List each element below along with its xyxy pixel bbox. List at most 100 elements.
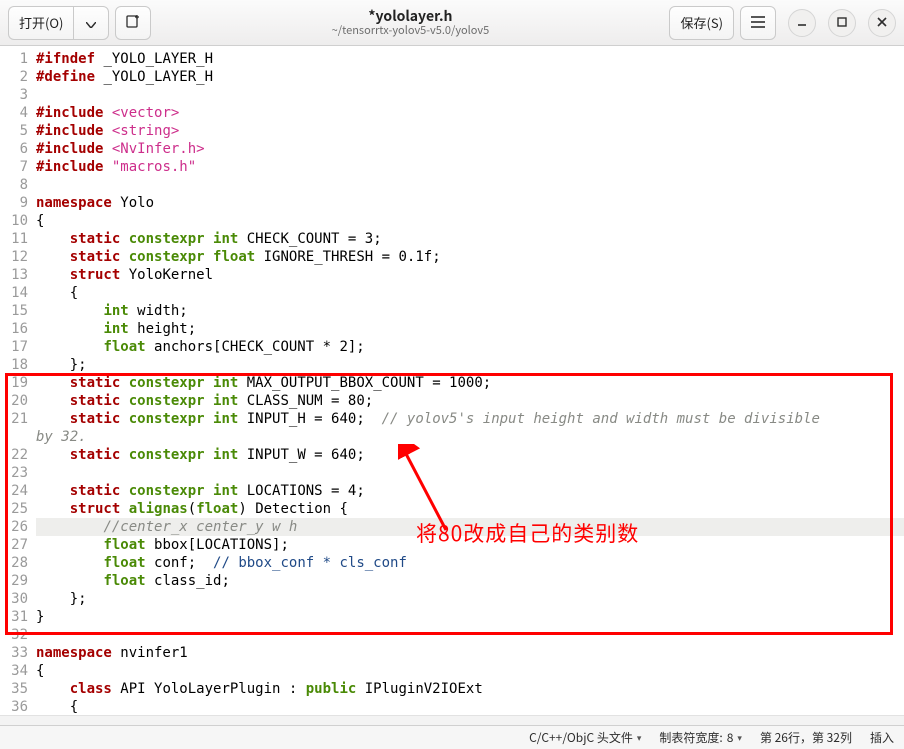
code-token <box>36 537 103 553</box>
code-line[interactable]: int height; <box>36 320 904 338</box>
code-line[interactable]: }; <box>36 590 904 608</box>
file-type-selector[interactable]: C/C++/ObjC 头文件 ▾ <box>529 729 641 746</box>
code-line[interactable]: int width; <box>36 302 904 320</box>
code-token <box>120 375 128 391</box>
code-line[interactable]: }; <box>36 356 904 374</box>
code-token <box>36 411 70 427</box>
code-line[interactable]: namespace nvinfer1 <box>36 644 904 662</box>
code-line[interactable]: struct alignas(float) Detection { <box>36 500 904 518</box>
line-number: 32 <box>0 626 28 644</box>
code-token: bbox[LOCATIONS]; <box>146 537 289 553</box>
window-maximize-button[interactable] <box>828 9 856 37</box>
code-token <box>205 411 213 427</box>
code-line[interactable]: static constexpr int CLASS_NUM = 80; <box>36 392 904 410</box>
insert-mode[interactable]: 插入 <box>870 729 894 746</box>
code-token <box>36 393 70 409</box>
code-line[interactable]: #include <NvInfer.h> <box>36 140 904 158</box>
code-token <box>36 267 70 283</box>
code-line[interactable]: static constexpr int LOCATIONS = 4; <box>36 482 904 500</box>
open-recent-dropdown[interactable] <box>73 6 109 40</box>
code-token: class <box>70 681 112 697</box>
window-close-button[interactable] <box>868 9 896 37</box>
new-tab-button[interactable] <box>115 6 151 40</box>
horizontal-scrollbar[interactable] <box>0 715 904 725</box>
chevron-down-icon: ▾ <box>637 731 642 744</box>
line-number: 34 <box>0 662 28 680</box>
line-number: 14 <box>0 284 28 302</box>
code-token: CHECK_COUNT = 3; <box>238 231 381 247</box>
code-token: constexpr <box>129 231 205 247</box>
line-number: 23 <box>0 464 28 482</box>
code-line[interactable]: //center_x center_y w h <box>36 518 904 536</box>
code-line[interactable]: static constexpr int MAX_OUTPUT_BBOX_COU… <box>36 374 904 392</box>
code-editor[interactable]: 1234567891011121314151617181920212223242… <box>0 46 904 715</box>
line-number: 6 <box>0 140 28 158</box>
code-line[interactable]: float bbox[LOCATIONS]; <box>36 536 904 554</box>
code-token: } <box>36 609 44 625</box>
hamburger-menu-button[interactable] <box>740 6 776 40</box>
code-line[interactable]: static constexpr float IGNORE_THRESH = 0… <box>36 248 904 266</box>
code-token: <NvInfer.h> <box>112 141 205 157</box>
code-line[interactable]: by 32. <box>36 428 904 446</box>
code-line[interactable]: #include "macros.h" <box>36 158 904 176</box>
code-token: constexpr <box>129 447 205 463</box>
code-token: // yolov5's input height and width must … <box>382 411 829 427</box>
code-line[interactable]: struct YoloKernel <box>36 266 904 284</box>
code-token: #include <box>36 123 103 139</box>
code-line[interactable]: } <box>36 608 904 626</box>
code-line[interactable]: { <box>36 212 904 230</box>
code-line[interactable] <box>36 464 904 482</box>
hamburger-icon <box>751 13 765 32</box>
line-number-gutter: 1234567891011121314151617181920212223242… <box>0 46 32 715</box>
code-line[interactable]: #ifndef _YOLO_LAYER_H <box>36 50 904 68</box>
line-number: 22 <box>0 446 28 464</box>
code-line[interactable]: static constexpr int CHECK_COUNT = 3; <box>36 230 904 248</box>
code-token: }; <box>36 591 87 607</box>
open-button[interactable]: 打开(O) <box>8 6 73 40</box>
code-line[interactable]: class API YoloLayerPlugin : public IPlug… <box>36 680 904 698</box>
code-line[interactable] <box>36 626 904 644</box>
code-token: { <box>36 213 44 229</box>
line-number <box>0 428 28 446</box>
code-line[interactable]: float conf; // bbox_conf * cls_conf <box>36 554 904 572</box>
code-token: <string> <box>112 123 179 139</box>
code-line[interactable]: #include <vector> <box>36 104 904 122</box>
code-token: YoloKernel <box>120 267 213 283</box>
code-line[interactable]: { <box>36 698 904 715</box>
code-token: #include <box>36 105 103 121</box>
code-token: int <box>213 411 238 427</box>
code-token: MAX_OUTPUT_BBOX_COUNT = 1000; <box>238 375 491 391</box>
code-token: nvinfer1 <box>112 645 188 661</box>
code-token: Yolo <box>112 195 154 211</box>
tab-width-selector[interactable]: 制表符宽度: 8 ▾ <box>659 729 742 746</box>
code-line[interactable] <box>36 86 904 104</box>
code-token: IGNORE_THRESH = 0.1f; <box>255 249 440 265</box>
code-line[interactable]: static constexpr int INPUT_W = 640; <box>36 446 904 464</box>
code-line[interactable]: { <box>36 284 904 302</box>
code-token <box>205 231 213 247</box>
file-path: ~/tensorrtx-yolov5-v5.0/yolov5 <box>157 24 663 36</box>
code-line[interactable]: { <box>36 662 904 680</box>
code-line[interactable]: float anchors[CHECK_COUNT * 2]; <box>36 338 904 356</box>
line-number: 11 <box>0 230 28 248</box>
cursor-position[interactable]: 第 26行，第 32列 <box>760 729 852 746</box>
line-number: 26 <box>0 518 28 536</box>
code-token: _YOLO_LAYER_H <box>95 69 213 85</box>
code-line[interactable]: #define _YOLO_LAYER_H <box>36 68 904 86</box>
code-line[interactable]: namespace Yolo <box>36 194 904 212</box>
line-number: 9 <box>0 194 28 212</box>
code-token: int <box>213 393 238 409</box>
code-content[interactable]: #ifndef _YOLO_LAYER_H#define _YOLO_LAYER… <box>32 46 904 715</box>
line-number: 28 <box>0 554 28 572</box>
code-line[interactable]: static constexpr int INPUT_H = 640; // y… <box>36 410 904 428</box>
code-line[interactable]: #include <string> <box>36 122 904 140</box>
code-line[interactable] <box>36 176 904 194</box>
code-line[interactable]: float class_id; <box>36 572 904 590</box>
chevron-down-icon <box>86 13 96 32</box>
save-button[interactable]: 保存(S) <box>669 6 734 40</box>
code-token <box>120 249 128 265</box>
code-token: #define <box>36 69 95 85</box>
code-token: { <box>36 663 44 679</box>
window-minimize-button[interactable] <box>788 9 816 37</box>
code-token <box>103 105 111 121</box>
